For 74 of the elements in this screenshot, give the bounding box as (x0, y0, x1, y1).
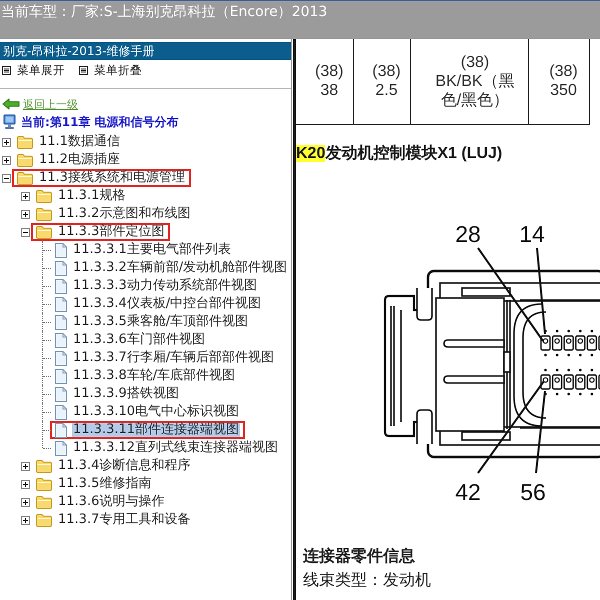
plus-icon[interactable] (21, 210, 30, 218)
page-icon (55, 242, 67, 258)
list-icon (79, 66, 88, 74)
tree-item[interactable]: 11.3.6说明与操作 (57, 495, 166, 509)
panel-header: 别克-昂科拉-2013-维修手册 (0, 42, 291, 60)
folder-icon (17, 136, 33, 148)
tree-item[interactable]: 11.3.3.12直列式线束连接器端视图 (72, 441, 280, 455)
page-icon (55, 332, 67, 348)
plus-icon[interactable] (2, 138, 11, 146)
tree-item[interactable]: 11.3接线系统和电源管理 (38, 171, 186, 185)
tree-item[interactable]: 11.3.3.9搭铁视图 (72, 387, 180, 401)
folder-icon (17, 154, 33, 166)
plus-icon[interactable] (21, 516, 30, 524)
minus-icon[interactable] (21, 228, 30, 236)
current-chapter: 当前:第11章 电源和信号分布 (21, 114, 179, 130)
section-title: 连接器零件信息 (302, 548, 416, 566)
plus-icon[interactable] (21, 480, 30, 488)
tree-item[interactable]: 11.3.7专用工具和设备 (57, 513, 192, 527)
folder-icon (36, 190, 52, 202)
tree-item[interactable]: 11.3.3.1主要电气部件列表 (72, 243, 232, 257)
page-icon (55, 386, 67, 402)
info-text: 线束类型：发动机 (302, 572, 432, 590)
tree-item[interactable]: 11.3.3.5乘客舱/车顶部件视图 (72, 315, 250, 329)
table-cell: (38) 38 (296, 39, 353, 124)
tree-item[interactable]: 11.3.3.6车门部件视图 (72, 333, 206, 347)
plus-icon[interactable] (21, 192, 30, 200)
page-icon (55, 404, 67, 420)
page-icon (55, 260, 67, 276)
minus-icon[interactable] (2, 174, 11, 182)
pin-number: 14 (519, 220, 545, 246)
folder-icon (36, 496, 52, 508)
table-cell: (38) BK/BK（黑色/黑色） (410, 39, 528, 124)
page-icon (55, 314, 67, 330)
folder-icon (36, 226, 52, 238)
page-icon (55, 440, 67, 456)
tree-item[interactable]: 11.3.3.2车辆前部/发动机舱部件视图 (72, 261, 288, 275)
plus-icon[interactable] (21, 498, 30, 506)
computer-icon (3, 114, 16, 130)
tree-item[interactable]: 11.3.4诊断信息和程序 (57, 459, 192, 473)
tree-item[interactable]: 11.3.1规格 (57, 189, 126, 203)
plus-icon[interactable] (21, 462, 30, 470)
tree-item[interactable]: 11.3.5维修指南 (57, 477, 152, 491)
pin-number: 28 (455, 220, 481, 246)
tree-item[interactable]: 11.3.3.4仪表板/中控台部件视图 (72, 297, 262, 311)
tree-item[interactable]: 11.3.3.8车轮/车底部件视图 (72, 369, 236, 383)
page-icon (55, 296, 67, 312)
tree-item[interactable]: 11.3.3.7行李厢/车辆后部部件视图 (72, 351, 276, 365)
folder-icon (36, 478, 52, 490)
tree-item[interactable]: 11.3.3部件定位图 (57, 225, 166, 239)
component-code: K20 (296, 144, 326, 162)
tree-item[interactable]: 11.3.3.11部件连接器端视图 (72, 423, 240, 437)
page-icon (55, 350, 67, 366)
page-icon (55, 278, 67, 294)
tree-item[interactable]: 11.1数据通信 (38, 135, 121, 149)
table-cell: (38) 350 (528, 39, 589, 124)
tree-item[interactable]: 11.3.2示意图和布线图 (57, 207, 192, 221)
arrow-left-icon (2, 98, 20, 110)
pin-number: 42 (455, 478, 481, 504)
tree-item[interactable]: 11.2电源插座 (38, 153, 121, 167)
folder-icon (36, 208, 52, 220)
folder-icon (36, 514, 52, 526)
window-title: 当前车型：厂家:S-上海别克昂科拉（Encore）2013 (1, 3, 328, 21)
component-title: 发动机控制模块X1 (LUJ) (325, 144, 502, 162)
folder-icon (36, 460, 52, 472)
tree-item[interactable]: 11.3.3.10电气中心标识视图 (72, 405, 240, 419)
plus-icon[interactable] (2, 156, 11, 164)
table-cell: (38) 2.5 (353, 39, 410, 124)
folder-icon (17, 172, 33, 184)
pin-number: 56 (520, 478, 546, 504)
page-icon (55, 422, 67, 438)
page-icon (55, 368, 67, 384)
tree-item[interactable]: 11.3.3.3动力传动系统部件视图 (72, 279, 258, 293)
menu-button[interactable]: 菜单折叠 (79, 62, 142, 78)
menu-button[interactable]: 菜单展开 (2, 62, 65, 78)
